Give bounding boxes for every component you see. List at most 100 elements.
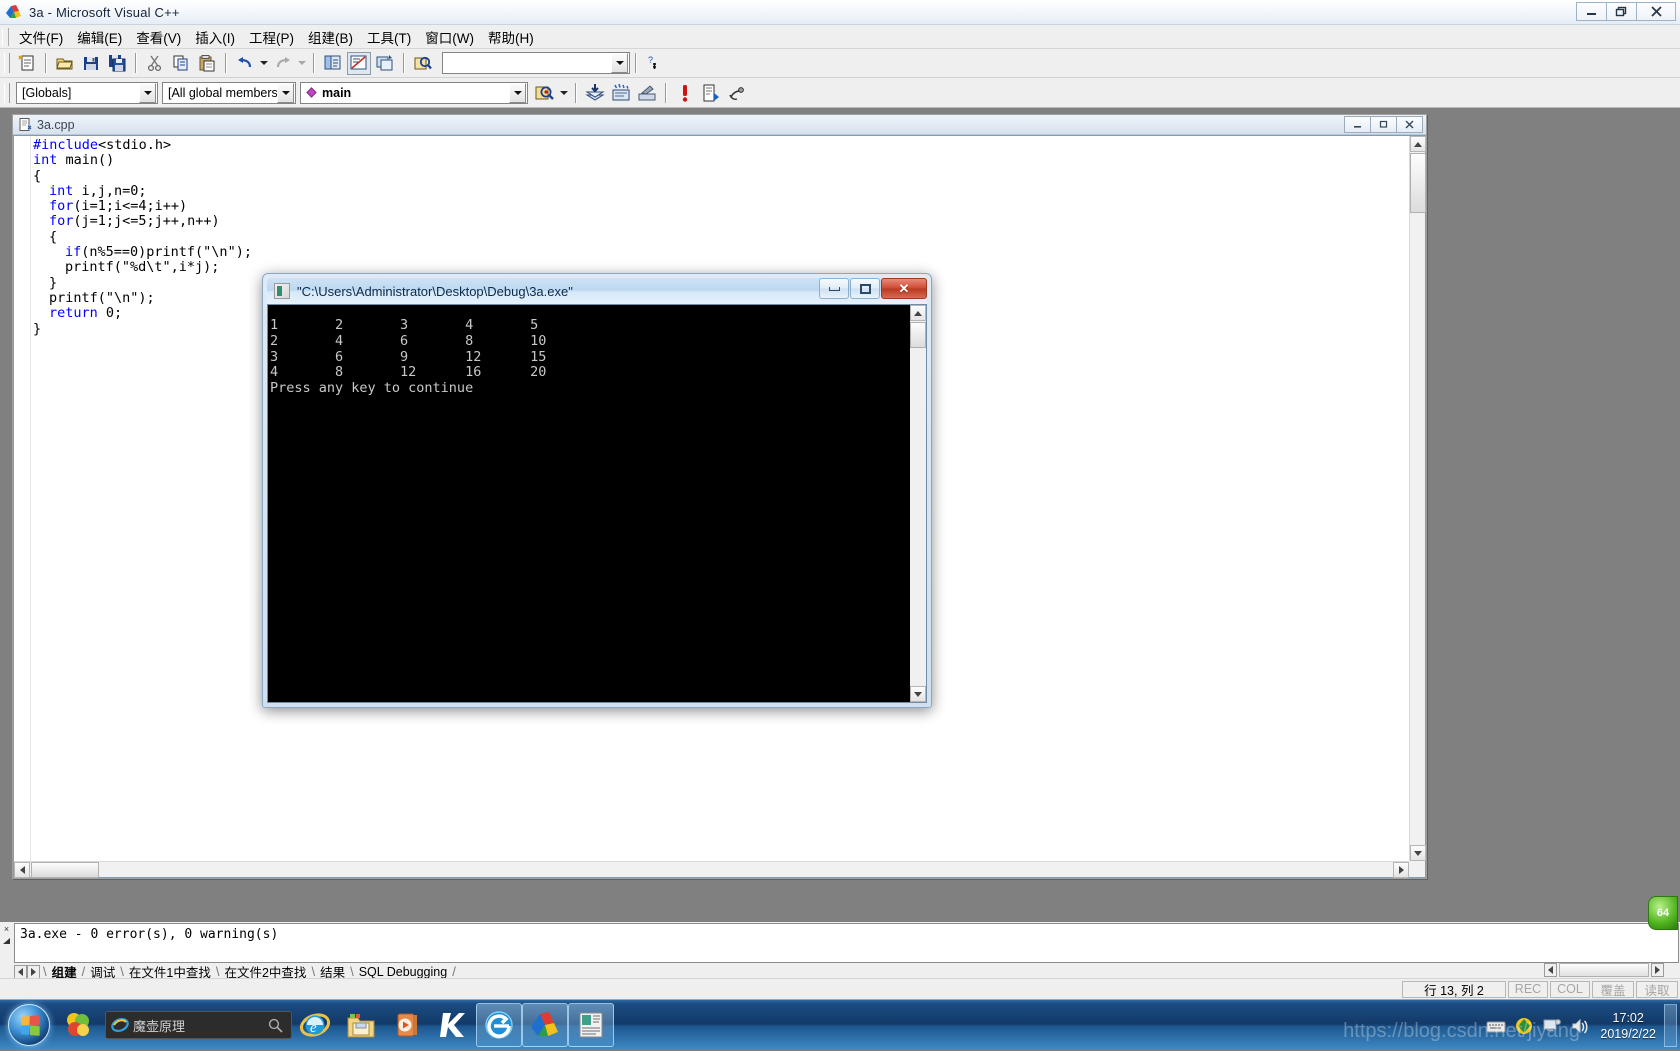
copy-icon[interactable]	[169, 52, 193, 75]
console-minimize-button[interactable]	[819, 278, 849, 299]
tray-keyboard-icon[interactable]	[1485, 1015, 1507, 1037]
output-hscroll-right-button[interactable]	[1651, 962, 1664, 977]
standard-toolbar-grip[interactable]	[4, 53, 10, 73]
globals-dropdown-arrow[interactable]	[139, 82, 156, 103]
tray-network-icon[interactable]	[1541, 1015, 1563, 1037]
console-close-button[interactable]: ✕	[881, 278, 927, 299]
horizontal-scroll-thumb[interactable]	[31, 862, 99, 878]
document-titlebar[interactable]: 3a.cpp	[13, 115, 1426, 135]
tray-antivirus-icon[interactable]	[1513, 1015, 1535, 1037]
console-maximize-button[interactable]	[850, 278, 880, 299]
console-output-area[interactable]: 1 2 3 4 52 4 6 8 10 3 6 9 12 15 4 8 12 16 …	[267, 304, 927, 703]
menubar-grip[interactable]	[2, 27, 9, 46]
tabs-scroll-left-button[interactable]	[14, 964, 27, 979]
symbol-combo[interactable]: main	[300, 81, 528, 104]
open-icon[interactable]	[53, 52, 77, 75]
selection-margin[interactable]	[14, 136, 31, 862]
tab-sql-debugging[interactable]: SQL Debugging	[354, 965, 453, 979]
save-icon[interactable]	[79, 52, 103, 75]
stop-build-icon[interactable]	[635, 81, 659, 104]
close-button[interactable]	[1636, 2, 1676, 21]
taskbar-item-kingsoft[interactable]	[430, 1003, 476, 1047]
new-text-file-icon[interactable]	[15, 52, 39, 75]
paste-icon[interactable]	[195, 52, 219, 75]
find-dropdown-arrow[interactable]	[611, 53, 628, 73]
search-box[interactable]: 魔壶原理	[105, 1011, 292, 1039]
undo-icon[interactable]	[233, 52, 257, 75]
output-window-icon[interactable]	[347, 51, 371, 75]
scroll-left-button[interactable]	[14, 862, 30, 878]
menu-help[interactable]: 帮助(H)	[481, 25, 541, 49]
output-hscroll-left-button[interactable]	[1544, 962, 1557, 977]
restore-button[interactable]	[1606, 2, 1637, 21]
menu-view[interactable]: 查看(V)	[129, 25, 188, 49]
console-vertical-scrollbar[interactable]	[910, 305, 926, 702]
members-combo[interactable]: [All global members]	[162, 81, 296, 104]
execute-icon[interactable]	[673, 81, 697, 104]
taskbar-clock[interactable]: 17:02 2019/2/22	[1600, 1010, 1656, 1042]
build-icon[interactable]	[609, 81, 633, 104]
console-scroll-down-button[interactable]	[910, 686, 926, 702]
undo-dropdown-arrow[interactable]	[258, 52, 270, 75]
wizardbar-grip[interactable]	[4, 82, 10, 103]
wizard-dropdown-arrow[interactable]	[558, 81, 570, 104]
menu-insert[interactable]: 插入(I)	[188, 25, 242, 49]
menu-edit[interactable]: 编辑(E)	[70, 25, 129, 49]
console-titlebar[interactable]: "C:\Users\Administrator\Desktop\Debug\3a…	[267, 278, 927, 304]
output-hscroll-thumb[interactable]	[1559, 962, 1649, 977]
insert-breakpoint-icon[interactable]	[725, 81, 749, 104]
document-minimize-button[interactable]	[1344, 116, 1371, 133]
tabs-scroll-right-button[interactable]	[27, 964, 40, 979]
find-input[interactable]	[443, 56, 611, 70]
menu-file[interactable]: 文件(F)	[12, 25, 70, 49]
tray-volume-icon[interactable]	[1569, 1015, 1591, 1037]
go-to-definition-icon[interactable]	[533, 81, 557, 104]
taskbar-item-ie[interactable]: e	[292, 1003, 338, 1047]
scroll-down-button[interactable]	[1410, 845, 1426, 861]
editor-horizontal-scrollbar[interactable]	[14, 861, 1409, 878]
globals-combo[interactable]: [Globals]	[16, 81, 158, 104]
go-icon[interactable]	[699, 81, 723, 104]
symbol-dropdown-arrow[interactable]	[509, 82, 526, 103]
scroll-right-button[interactable]	[1393, 862, 1409, 878]
menu-build[interactable]: 组建(B)	[301, 25, 360, 49]
workspace-icon[interactable]	[321, 52, 345, 75]
redo-dropdown-arrow[interactable]	[296, 52, 308, 75]
members-dropdown-arrow[interactable]	[277, 82, 294, 103]
taskbar-item-visual-cpp[interactable]	[522, 1003, 568, 1047]
output-close-button[interactable]: ×	[4, 924, 9, 934]
vertical-scroll-thumb[interactable]	[1410, 153, 1426, 213]
context-help-icon[interactable]: ?	[643, 52, 667, 75]
output-scroll-up-icon[interactable]	[2, 937, 11, 948]
menu-tools[interactable]: 工具(T)	[360, 25, 418, 49]
globals-combo-value: [Globals]	[22, 85, 72, 100]
floating-helper-widget[interactable]: 64	[1648, 896, 1678, 930]
taskbar-item-console[interactable]	[568, 1003, 614, 1047]
taskbar-item-browser[interactable]	[476, 1003, 522, 1047]
taskbar-item-media-player[interactable]	[384, 1003, 430, 1047]
document-restore-button[interactable]	[1370, 116, 1397, 133]
compile-icon[interactable]	[583, 81, 607, 104]
output-tab-scrollbar[interactable]	[1544, 962, 1664, 977]
find-combo[interactable]	[442, 52, 630, 74]
cut-icon[interactable]	[143, 52, 167, 75]
window-list-icon[interactable]	[373, 52, 397, 75]
document-close-button[interactable]	[1396, 116, 1423, 133]
minimize-button[interactable]	[1576, 2, 1607, 21]
console-scroll-thumb[interactable]	[910, 322, 926, 348]
save-all-icon[interactable]	[105, 52, 129, 75]
find-in-files-icon[interactable]	[411, 52, 435, 75]
scroll-up-button[interactable]	[1410, 136, 1426, 152]
tab-divider: /	[452, 964, 456, 979]
start-button[interactable]	[3, 1003, 55, 1047]
taskbar-item-explorer[interactable]	[338, 1003, 384, 1047]
taskbar-item-antivirus[interactable]	[55, 1003, 101, 1047]
menu-project[interactable]: 工程(P)	[242, 25, 301, 49]
build-output-text[interactable]: 3a.exe - 0 error(s), 0 warning(s)	[14, 923, 1679, 963]
show-desktop-button[interactable]	[1664, 1004, 1677, 1047]
menu-window[interactable]: 窗口(W)	[418, 25, 481, 49]
console-scroll-up-button[interactable]	[910, 305, 926, 321]
redo-icon[interactable]	[271, 52, 295, 75]
search-icon[interactable]	[268, 1018, 283, 1033]
editor-vertical-scrollbar[interactable]	[1409, 136, 1426, 861]
